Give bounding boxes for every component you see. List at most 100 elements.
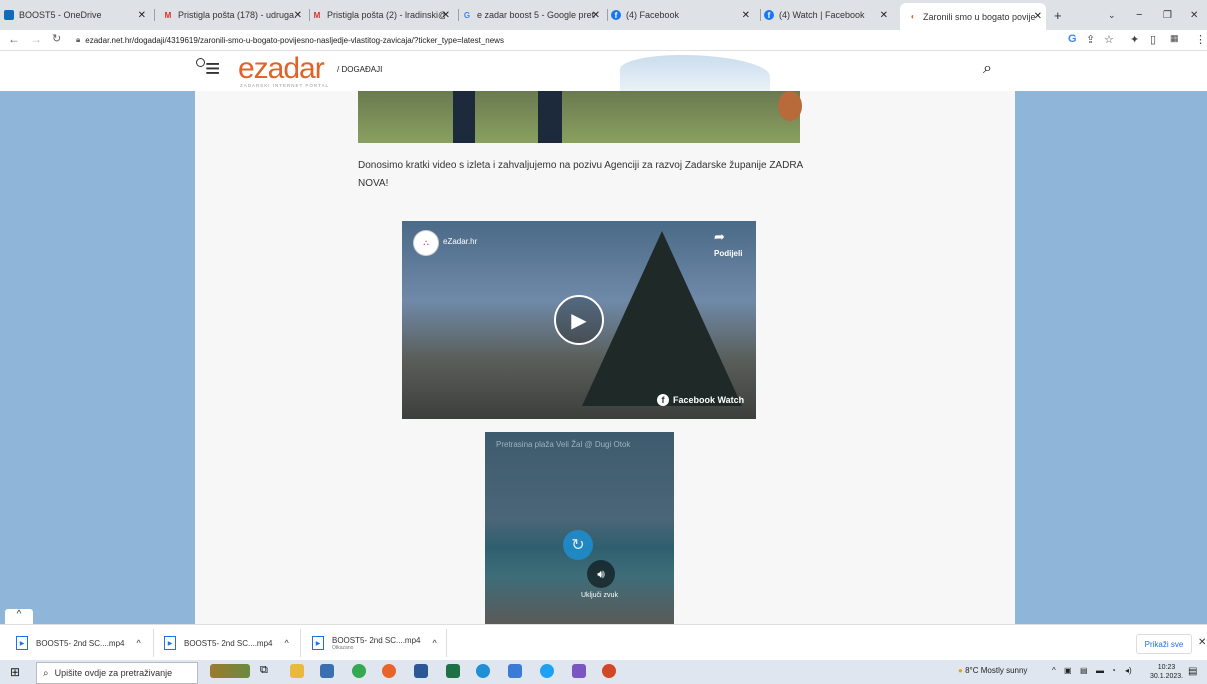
close-downloads-bar-icon[interactable]: ✕ — [1198, 637, 1206, 648]
tab-gmail-1[interactable]: M Pristigla pošta (178) - udruga... ✕ — [163, 4, 306, 26]
video-title: Pretrasina plaža Veli Žal @ Dugi Otok — [496, 440, 631, 449]
profile-avatar-icon[interactable]: ▦ — [1170, 33, 1179, 44]
close-tab-icon[interactable]: ✕ — [742, 10, 750, 21]
tab-search-chevron-icon[interactable]: ⌄ — [1108, 4, 1116, 26]
battery-icon[interactable]: ▬ — [1096, 666, 1104, 675]
tab-ezadar-active[interactable]: ◐ Zaronili smo u bogato povijesno... ✕ — [900, 3, 1046, 30]
tray-chevron-icon[interactable]: ^ — [1052, 666, 1056, 675]
section-breadcrumb[interactable]: / DOGAĐAJI — [337, 65, 382, 74]
embedded-video-2[interactable]: Pretrasina plaža Veli Žal @ Dugi Otok ↻ … — [485, 432, 674, 624]
address-bar: ← → ↻ 🔒︎ ezadar.net.hr/dogadaji/4319619/… — [0, 30, 1207, 51]
facebook-video-embed[interactable]: ⛬ eZadar.hr ➦ Podijeli ▶ f Facebook Watc… — [402, 221, 756, 419]
chrome-profile-icon[interactable] — [540, 664, 554, 678]
loading-spinner-icon: ↻ — [563, 530, 593, 560]
facebook-watch-link[interactable]: f Facebook Watch — [657, 394, 744, 406]
notifications-icon[interactable]: ▤ — [1188, 666, 1197, 677]
chevron-up-icon[interactable]: ^ — [432, 638, 436, 648]
close-tab-icon[interactable]: ✕ — [294, 10, 302, 21]
google-icon: G — [463, 10, 471, 20]
news-widget-icon[interactable] — [210, 664, 250, 678]
search-icon: ⌕ — [43, 667, 49, 679]
scroll-up-chevron-icon[interactable]: ^ — [5, 609, 33, 624]
unmute-button[interactable]: 🔊︎ — [587, 560, 615, 588]
tab-facebook[interactable]: f (4) Facebook ✕ — [611, 4, 756, 26]
page-avatar[interactable]: ⛬ — [413, 230, 439, 256]
taskbar-clock[interactable]: 10:23 30.1.2023. — [1150, 663, 1183, 681]
url-field[interactable]: 🔒︎ ezadar.net.hr/dogadaji/4319619/zaroni… — [76, 31, 1046, 49]
video-file-icon: ▶ — [16, 636, 28, 650]
restore-icon[interactable]: ❐ — [1163, 4, 1172, 26]
webpage: ≡ ezadar ZADARSKI INTERNET PORTAL / DOGA… — [0, 51, 1207, 624]
facebook-icon: f — [764, 10, 774, 20]
share-arrow-icon[interactable]: ➦ — [714, 229, 725, 245]
close-tab-icon[interactable]: ✕ — [442, 10, 450, 21]
site-tagline: ZADARSKI INTERNET PORTAL — [240, 83, 330, 88]
sun-icon: ● — [958, 666, 963, 675]
wifi-icon[interactable]: ◔ — [1111, 666, 1116, 675]
chevron-up-icon[interactable]: ^ — [136, 638, 140, 648]
windows-start-icon[interactable]: ⊞ — [10, 665, 20, 679]
facebook-icon: f — [657, 394, 669, 406]
minimize-icon[interactable]: − — [1136, 4, 1142, 26]
tray-app-icon[interactable]: ▤ — [1080, 666, 1088, 675]
volume-icon[interactable]: ◂) — [1125, 666, 1132, 675]
google-lens-icon[interactable]: G — [1068, 33, 1077, 45]
browser-tab-bar: BOOST5 - OneDrive ✕ M Pristigla pošta (1… — [0, 0, 1207, 30]
hamburger-menu-icon[interactable]: ≡ — [205, 55, 220, 81]
video-file-icon: ▶ — [312, 636, 324, 650]
taskbar-search-box[interactable]: ⌕ Upišite ovdje za pretraživanje — [36, 662, 198, 684]
ezadar-icon: ◐ — [910, 12, 916, 21]
share-page-icon[interactable]: ⇪ — [1086, 33, 1095, 46]
extensions-puzzle-icon[interactable]: ✦ — [1130, 33, 1139, 46]
video-file-icon: ▶ — [164, 636, 176, 650]
forward-arrow-icon[interactable]: → — [30, 32, 42, 46]
weather-widget[interactable]: ● 8°C Mostly sunny — [958, 666, 1027, 675]
article-paragraph: Donosimo kratki video s izleta i zahvalj… — [358, 160, 803, 189]
fb-page-name[interactable]: eZadar.hr — [443, 237, 477, 246]
side-panel-icon[interactable]: ▯ — [1150, 33, 1156, 46]
excel-icon[interactable] — [446, 664, 460, 678]
chrome-icon[interactable] — [352, 664, 366, 678]
gmail-icon: M — [164, 10, 172, 20]
gmail-icon: M — [313, 10, 321, 20]
word-icon[interactable] — [414, 664, 428, 678]
tray-app-icon[interactable]: ▣ — [1064, 666, 1072, 675]
tab-onedrive[interactable]: BOOST5 - OneDrive ✕ — [4, 4, 150, 26]
menu-kebab-icon[interactable]: ⋮ — [1195, 33, 1206, 46]
share-label[interactable]: Podijeli — [714, 249, 742, 258]
download-item[interactable]: ▶ BOOST5- 2nd SC....mp4 ^ — [16, 631, 141, 655]
task-view-icon[interactable]: ⧉ — [260, 664, 274, 678]
article-photo — [358, 91, 802, 143]
tab-google-search[interactable]: G e zadar boost 5 - Google pretra... ✕ — [462, 4, 604, 26]
new-tab-icon[interactable]: + — [1054, 4, 1062, 26]
downloads-bar: ▶ BOOST5- 2nd SC....mp4 ^ ▶ BOOST5- 2nd … — [0, 624, 1207, 661]
tab-gmail-2[interactable]: M Pristigla pošta (2) - lradinski@g... ✕ — [312, 4, 454, 26]
outlook-icon[interactable] — [508, 664, 522, 678]
close-tab-icon[interactable]: ✕ — [1034, 11, 1042, 22]
bookmark-star-icon[interactable]: ☆ — [1104, 33, 1114, 46]
play-button[interactable]: ▶ — [554, 295, 604, 345]
menu-dot-icon — [196, 58, 205, 67]
window-close-icon[interactable]: ✕ — [1190, 4, 1198, 26]
file-explorer-icon[interactable] — [290, 664, 304, 678]
site-logo[interactable]: ezadar — [238, 54, 325, 84]
reload-icon[interactable]: ↻ — [52, 32, 61, 45]
store-icon[interactable] — [320, 664, 334, 678]
back-arrow-icon[interactable]: ← — [8, 32, 20, 46]
powerpoint-icon[interactable] — [602, 664, 616, 678]
search-icon[interactable]: ⌕ — [983, 60, 992, 78]
show-all-downloads-button[interactable]: Prikaži sve — [1136, 634, 1192, 654]
close-tab-icon[interactable]: ✕ — [138, 10, 146, 21]
close-tab-icon[interactable]: ✕ — [880, 10, 888, 21]
facebook-icon: f — [611, 10, 621, 20]
lock-icon: 🔒︎ — [76, 35, 81, 44]
edge-icon[interactable] — [476, 664, 490, 678]
close-tab-icon[interactable]: ✕ — [592, 10, 600, 21]
teams-icon[interactable] — [572, 664, 586, 678]
tab-facebook-watch[interactable]: f (4) Watch | Facebook ✕ — [764, 4, 894, 26]
download-item[interactable]: ▶ BOOST5- 2nd SC....mp4 ^ — [164, 631, 289, 655]
download-item-cancelled[interactable]: ▶ BOOST5- 2nd SC....mp4 Otkazano ^ — [312, 631, 437, 655]
firefox-icon[interactable] — [382, 664, 396, 678]
chevron-up-icon[interactable]: ^ — [284, 638, 288, 648]
unmute-label: Uključi zvuk — [581, 592, 618, 599]
